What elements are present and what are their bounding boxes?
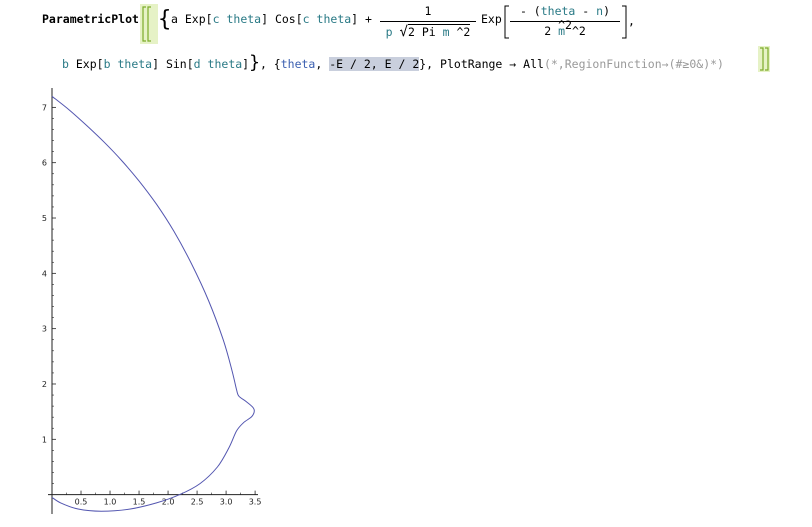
highlighted-close-bracket [758,46,770,72]
parametric-plot[interactable]: 0.5 1.0 1.5 2.0 2.5 3.0 3.51234567 [0,80,270,520]
x-tick-label: 3.0 [220,498,233,507]
brace-open: { [158,7,172,32]
fraction-2-bar [510,21,620,22]
y-tick-label: 4 [42,269,47,278]
y-tick-label: 2 [42,380,47,389]
highlighted-open-bracket [140,4,158,44]
y-tick-label: 5 [42,214,47,223]
x-tick-label: 0.5 [75,498,88,507]
y-tick-label: 1 [42,435,47,444]
series-line [51,95,255,512]
input-line-2[interactable]: b Exp[b theta] Sin[d theta]}, {theta, -E… [62,52,724,73]
fraction-1-denominator: p √2 Pi m ^2 [385,24,471,40]
fraction-2-denominator: 2 m ^2 [544,24,586,38]
y-tick-label: 6 [42,159,47,168]
fraction-1-bar [380,21,476,22]
line-1-comma: , [628,14,635,28]
fraction-1-numerator: 1 [424,4,432,18]
exp-function-2: Exp [481,12,502,26]
selected-range-bounds: -E / 2, E / 2 [329,57,420,71]
x-tick-label: 2.5 [191,498,204,507]
comment: (*,RegionFunction→(#≥0&)*) [543,57,724,71]
function-name: ParametricPlot [42,12,139,26]
y-tick-label: 3 [42,325,47,334]
x-expression-part1: a Exp[c theta] Cos[c theta] + [171,12,372,26]
input-line-1[interactable]: ParametricPlot [42,12,139,26]
x-tick-label: 3.5 [249,498,262,507]
x-tick-label: 1.0 [104,498,117,507]
x-tick-label: 1.5 [133,498,146,507]
exp-bracket-right [622,5,627,39]
y-tick-label: 7 [42,103,47,112]
